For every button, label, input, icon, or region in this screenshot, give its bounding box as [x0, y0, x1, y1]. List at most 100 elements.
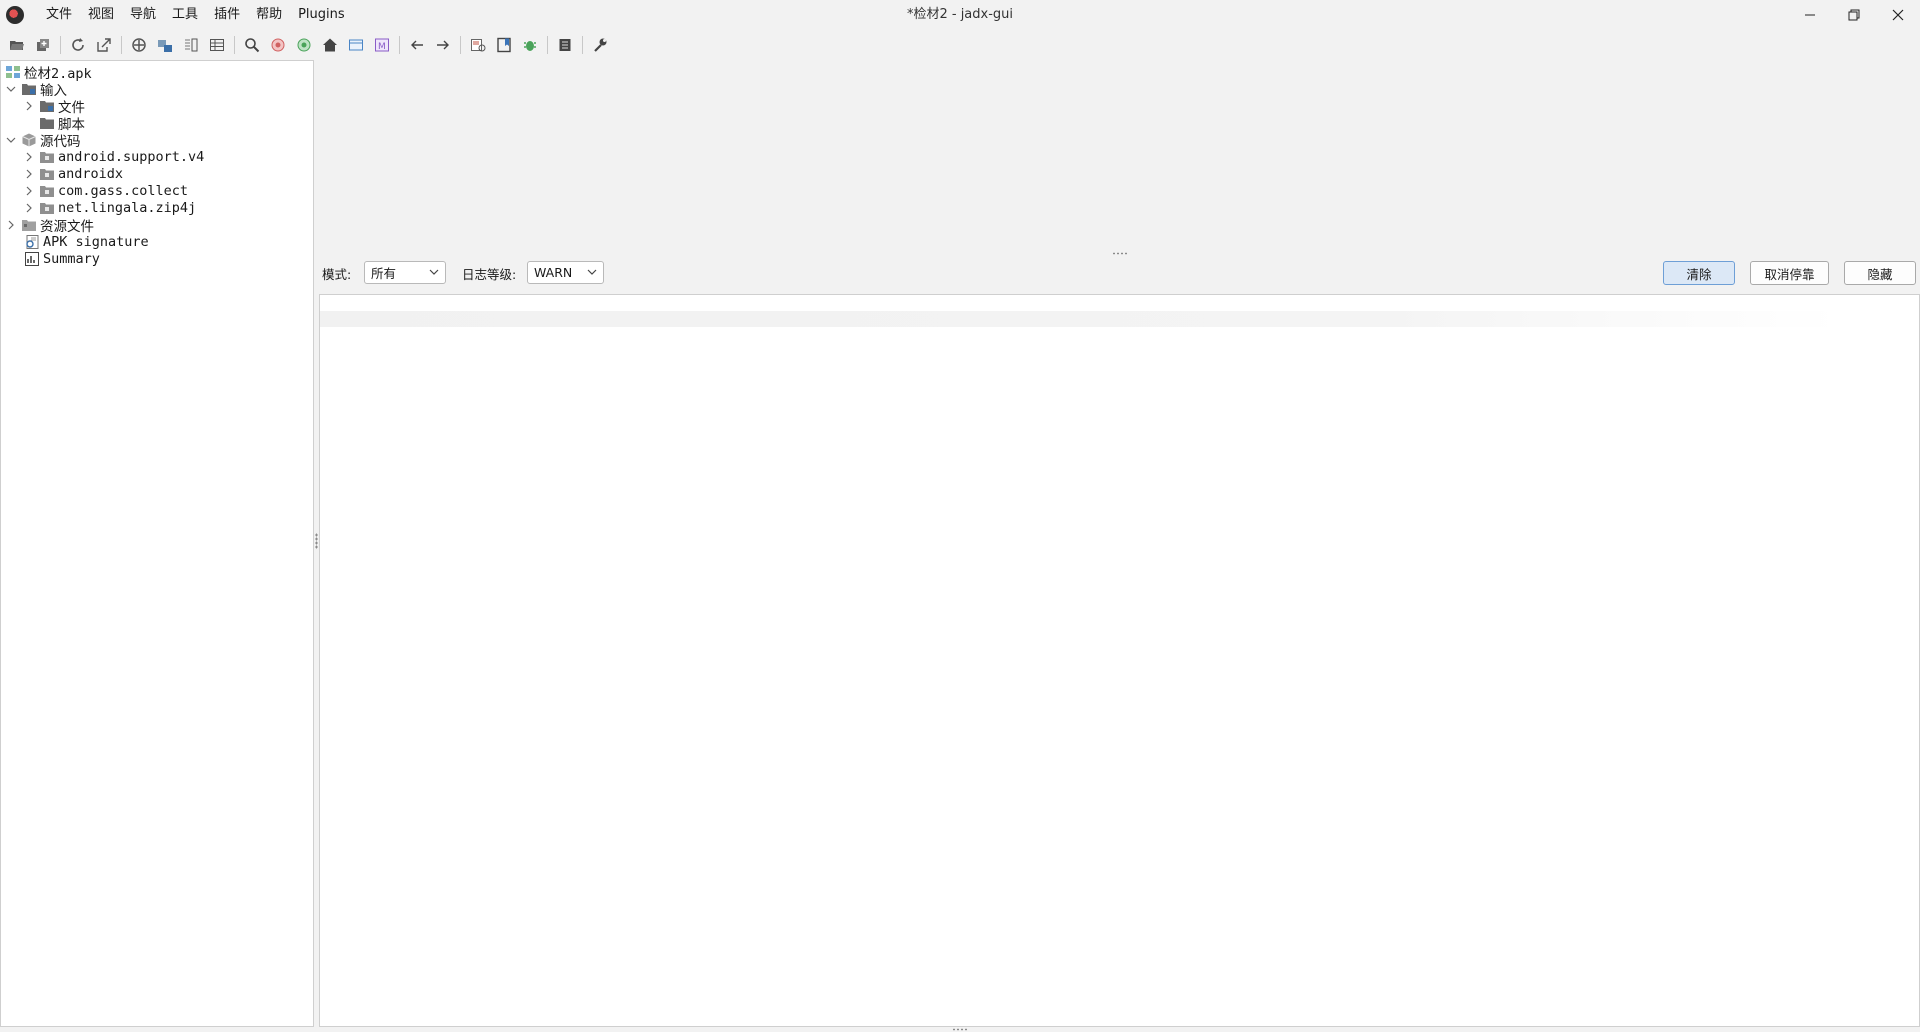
search-icon	[245, 38, 260, 53]
mode-label: 模式:	[322, 267, 352, 282]
flatten-packages-icon	[158, 40, 172, 52]
method-icon: M	[375, 38, 389, 52]
toolbar-separator	[121, 36, 122, 54]
log-viewer-button[interactable]	[553, 33, 577, 57]
clear-button-label: 清除	[1686, 266, 1712, 282]
home-icon	[323, 38, 337, 52]
reload-button[interactable]	[66, 33, 90, 57]
search-usage-button[interactable]	[266, 33, 290, 57]
menu-view[interactable]: 视图	[80, 0, 122, 30]
tree-label-summary: Summary	[43, 250, 100, 267]
back-button[interactable]	[405, 33, 429, 57]
menu-help[interactable]: 帮助	[248, 0, 290, 30]
chevron-right-icon[interactable]	[23, 151, 35, 163]
flatten-packages-button[interactable]	[153, 33, 177, 57]
horizontal-splitter-grip-icon[interactable]	[1112, 252, 1128, 255]
log-level-dropdown-value: WARN	[534, 265, 573, 280]
toolbar: M	[0, 30, 1920, 60]
toolbar-separator	[582, 36, 583, 54]
open-file-button[interactable]	[5, 33, 29, 57]
menu-plugins[interactable]: Plugins	[290, 0, 353, 30]
app-logo-icon	[6, 6, 24, 24]
table-button[interactable]	[205, 33, 229, 57]
chevron-down-icon[interactable]	[5, 134, 17, 146]
menu-file[interactable]: 文件	[38, 0, 80, 30]
toolbar-separator	[399, 36, 400, 54]
chevron-right-icon[interactable]	[5, 219, 17, 231]
decompile-all-button[interactable]	[466, 33, 490, 57]
menu-bar: 文件 视图 导航 工具 插件 帮助 Plugins	[38, 0, 353, 30]
method-button[interactable]: M	[370, 33, 394, 57]
log-level-dropdown[interactable]: WARN	[527, 261, 604, 284]
search-button[interactable]	[240, 33, 264, 57]
settings-icon	[594, 38, 607, 52]
clear-button[interactable]: 清除	[1663, 261, 1735, 285]
back-icon	[411, 40, 423, 50]
toolbar-separator	[234, 36, 235, 54]
add-files-icon	[37, 39, 49, 51]
project-tree: 检材2.apk 输入 文件 脚本 源代码 android.support.v4 …	[0, 60, 314, 1027]
title-bar: *检材2 - jadx-gui 文件 视图 导航 工具 插件 帮助 Plugin…	[0, 0, 1920, 30]
close-icon	[1892, 9, 1904, 21]
sync-button[interactable]	[127, 33, 151, 57]
bottom-splitter-grip-icon[interactable]	[952, 1028, 968, 1031]
summary-chart-icon	[25, 251, 39, 266]
restore-button[interactable]	[1832, 0, 1876, 30]
table-icon	[210, 39, 224, 51]
minimize-button[interactable]	[1788, 0, 1832, 30]
menu-plugins-cn[interactable]: 插件	[206, 0, 248, 30]
toolbar-separator	[460, 36, 461, 54]
forward-icon	[437, 40, 449, 50]
chevron-right-icon[interactable]	[23, 100, 35, 112]
menu-navigation[interactable]: 导航	[122, 0, 164, 30]
search-text-icon	[297, 38, 311, 52]
debug-button[interactable]	[518, 33, 542, 57]
search-text-button[interactable]	[292, 33, 316, 57]
settings-button[interactable]	[588, 33, 612, 57]
bookmark-button[interactable]	[492, 33, 516, 57]
open-file-icon	[10, 41, 24, 50]
chevron-right-icon[interactable]	[23, 185, 35, 197]
minimize-icon	[1805, 14, 1815, 16]
hide-button-label: 隐藏	[1867, 266, 1893, 282]
split-view-button[interactable]	[179, 33, 203, 57]
chevron-down-icon	[429, 269, 439, 275]
chevron-right-icon[interactable]	[23, 202, 35, 214]
toolbar-separator	[547, 36, 548, 54]
log-line-highlight	[320, 311, 1840, 327]
class-browser-icon	[349, 39, 363, 51]
log-text-area[interactable]	[319, 294, 1920, 1027]
window-controls	[1788, 0, 1920, 30]
close-button[interactable]	[1876, 0, 1920, 30]
export-icon	[97, 38, 111, 52]
reload-icon	[72, 38, 84, 51]
class-browser-button[interactable]	[344, 33, 368, 57]
bookmark-icon	[497, 37, 511, 53]
restore-icon	[1848, 9, 1860, 21]
toolbar-separator	[60, 36, 61, 54]
sync-icon	[132, 38, 146, 52]
forward-button[interactable]	[431, 33, 455, 57]
svg-text:M: M	[378, 42, 386, 52]
vertical-splitter-grip-icon[interactable]	[315, 533, 318, 549]
hide-button[interactable]: 隐藏	[1844, 261, 1916, 285]
log-level-label: 日志等级:	[462, 267, 517, 282]
log-icon	[559, 39, 571, 51]
export-button[interactable]	[92, 33, 116, 57]
chevron-down-icon	[587, 269, 597, 275]
decompile-all-icon	[471, 39, 486, 52]
add-files-button[interactable]	[31, 33, 55, 57]
undock-button[interactable]: 取消停靠	[1750, 261, 1829, 285]
chevron-right-icon[interactable]	[23, 168, 35, 180]
mode-dropdown-value: 所有	[371, 266, 397, 281]
chevron-down-icon[interactable]	[5, 83, 17, 95]
search-usage-icon	[271, 38, 285, 52]
mode-dropdown[interactable]: 所有	[364, 261, 446, 284]
home-button[interactable]	[318, 33, 342, 57]
undock-button-label: 取消停靠	[1764, 266, 1815, 282]
debug-icon	[524, 41, 536, 51]
split-view-icon	[185, 38, 198, 52]
log-controls-bar: 模式: 所有 日志等级: WARN 清除 取消停靠 隐藏	[320, 260, 1920, 286]
menu-tools[interactable]: 工具	[164, 0, 206, 30]
tree-node-summary[interactable]: Summary	[20, 248, 100, 269]
